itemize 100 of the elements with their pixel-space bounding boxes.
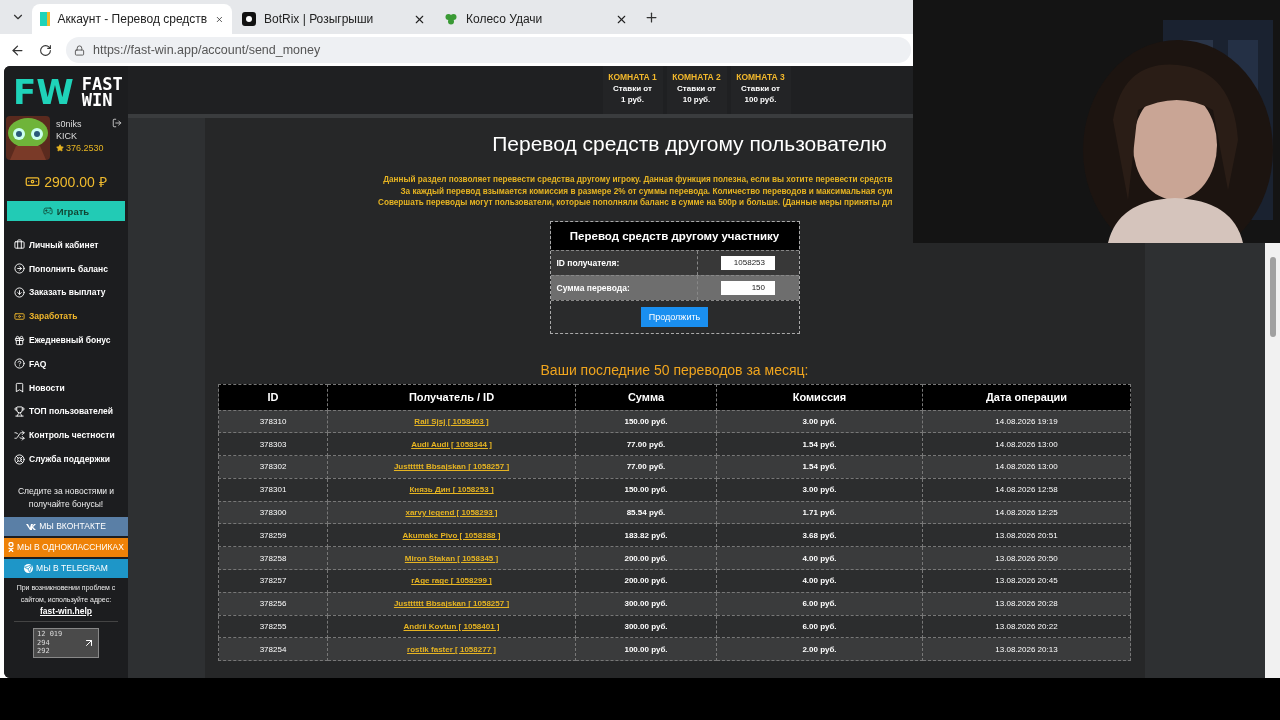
table-cell: 1.54 руб.	[716, 432, 923, 456]
table-cell: 300.00 руб.	[575, 615, 717, 638]
browser-tab[interactable]: Колесо Удачи	[436, 4, 636, 34]
help-link[interactable]: fast-win.help	[4, 605, 128, 616]
table-cell: 378301	[218, 478, 328, 502]
new-tab-icon[interactable]	[644, 9, 659, 25]
reload-icon[interactable]	[39, 43, 52, 57]
url-text: https://fast-win.app/account/send_money	[93, 43, 321, 57]
logo-text: FAST	[81, 75, 123, 92]
recipient-link[interactable]: Князь Дин [ 1058253 ]	[409, 485, 494, 495]
table-cell: 77.00 руб.	[575, 455, 717, 479]
menu-item[interactable]: Служба поддержки	[4, 447, 128, 471]
table-cell: 150.00 руб.	[575, 410, 717, 433]
recipient-link[interactable]: Justttttt Bbsajskan [ 1058257 ]	[393, 462, 510, 472]
recipient-link[interactable]: Audi Audi [ 1058344 ]	[411, 439, 492, 449]
recipient-link[interactable]: xarvy legend [ 1058293 ]	[405, 508, 498, 518]
menu-item[interactable]: Заработать	[4, 304, 128, 329]
table-cell: 183.82 руб.	[575, 524, 717, 547]
trophy-icon	[14, 405, 25, 417]
table-cell: 378310	[218, 410, 328, 433]
menu-item[interactable]: Новости	[4, 375, 128, 400]
table-cell: 378300	[218, 501, 328, 524]
table-cell: 1.54 руб.	[716, 455, 923, 479]
recipient-link[interactable]: rostik faster [ 1058277 ]	[407, 644, 496, 654]
menu-item[interactable]: Контроль честности	[4, 423, 128, 448]
room-link[interactable]: КОМНАТА 1 Ставки от 1 руб.	[602, 66, 663, 114]
table-cell: 378259	[218, 524, 328, 547]
recipient-link[interactable]: rAge rage [ 1058299 ]	[411, 576, 492, 586]
menu-item[interactable]: Пополнить баланс	[4, 256, 128, 281]
money-icon	[25, 174, 41, 189]
table-cell: 13.08.2026 20:22	[922, 615, 1131, 638]
menu-item[interactable]: Ежедневный бонус	[4, 328, 128, 352]
room-link[interactable]: КОМНАТА 3 Ставки от 100 руб.	[730, 66, 791, 114]
column-header: Дата операции	[922, 384, 1131, 410]
recipient-link[interactable]: Miron Stakan [ 1058345 ]	[404, 553, 499, 563]
table-cell: 3.00 руб.	[716, 410, 923, 433]
menu-item[interactable]: ТОП пользователей	[4, 399, 128, 424]
table-cell: 4.00 руб.	[716, 569, 923, 593]
table-cell: 14.08.2026 13:00	[922, 455, 1131, 479]
history-title: Ваши последние 50 переводов за месяц:	[540, 361, 809, 378]
recipient-link[interactable]: Andrii Kovtun [ 1058401 ]	[403, 622, 500, 632]
logout-icon[interactable]	[112, 118, 122, 128]
username: s0niks	[56, 119, 83, 129]
table-cell: 378302	[218, 455, 328, 479]
menu-item[interactable]: Заказать выплату	[4, 280, 128, 305]
table-cell: 4.00 руб.	[716, 546, 923, 570]
table-cell: 13.08.2026 20:13	[922, 637, 1131, 661]
field-label: ID получателя:	[550, 250, 698, 275]
field-label: Сумма перевода:	[550, 275, 698, 300]
table-cell: 77.00 руб.	[575, 432, 717, 456]
table-cell: 378254	[218, 637, 328, 661]
vk-logo-icon	[26, 522, 37, 530]
input-field[interactable]: 1058253	[721, 255, 775, 270]
balance-amount: 2900.00 ₽	[44, 173, 107, 191]
table-cell: 2.00 руб.	[716, 637, 923, 661]
fastwin-favicon-icon	[40, 12, 50, 26]
recipient-link[interactable]: Justttttt Bbsajskan [ 1058257 ]	[393, 599, 510, 609]
recipient-link[interactable]: Akumake Pivo [ 1058388 ]	[402, 530, 501, 540]
clover-favicon-icon	[444, 12, 458, 26]
table-cell: 378258	[218, 546, 328, 570]
notice-text: Данный раздел позволяет перевести средства другому игроку. Данная функция полезна, если вы хотите перевести средств	[383, 174, 893, 186]
table-cell: 100.00 руб.	[575, 637, 717, 661]
table-cell: 85.54 руб.	[575, 501, 717, 524]
table-cell: 150.00 руб.	[575, 478, 717, 502]
notice-text: За каждый перевод взымается комиссия в размере 2% от суммы перевода. Количество переводов и максимальная сум	[400, 185, 893, 197]
form-title: Перевод средств другому участнику	[550, 221, 799, 250]
arrow-right-circle-icon	[14, 263, 25, 275]
social-button[interactable]: МЫ ВКОНТАКТЕ	[4, 516, 128, 536]
menu-item[interactable]: FAQ	[4, 352, 128, 376]
table-cell: 200.00 руб.	[575, 546, 717, 570]
menu-item[interactable]: Личный кабинет	[4, 233, 128, 257]
lifebuoy-icon	[14, 453, 25, 465]
table-cell: 6.00 руб.	[716, 615, 923, 638]
recipient-link[interactable]: Rail Sjsj [ 1058403 ]	[414, 416, 489, 426]
lock-icon	[74, 44, 85, 56]
column-header: Получатель / ID	[327, 384, 576, 410]
table-cell: 378257	[218, 569, 328, 593]
input-field[interactable]: 150	[721, 280, 775, 295]
browser-tab[interactable]: Аккаунт - Перевод средств	[32, 4, 232, 34]
shield-favicon-icon	[242, 12, 256, 26]
table-cell: 13.08.2026 20:51	[922, 524, 1131, 547]
table-cell: 3.00 руб.	[716, 478, 923, 502]
scrollbar[interactable]	[1265, 243, 1280, 678]
back-icon[interactable]	[10, 42, 25, 58]
table-cell: 200.00 руб.	[575, 569, 717, 593]
telegram-icon	[24, 563, 34, 573]
table-cell: 378255	[218, 615, 328, 638]
logo-mark: FW	[13, 75, 74, 109]
address-bar[interactable]: https://fast-win.app/account/send_money	[66, 37, 911, 63]
table-cell: 6.00 руб.	[716, 592, 923, 616]
column-header: Сумма	[575, 384, 717, 410]
table-cell: 378256	[218, 592, 328, 616]
browser-tab[interactable]: BotRix | Розыгрыши	[234, 4, 434, 34]
table-cell: 3.68 руб.	[716, 524, 923, 547]
banknote-icon	[14, 310, 25, 322]
table-cell: 14.08.2026 12:58	[922, 478, 1131, 502]
rating-value: 376.2530	[66, 143, 104, 153]
room-link[interactable]: КОМНАТА 2 Ставки от 10 руб.	[666, 66, 727, 114]
person-logo-icon	[8, 542, 15, 553]
play-button[interactable]: Играть	[7, 201, 125, 221]
